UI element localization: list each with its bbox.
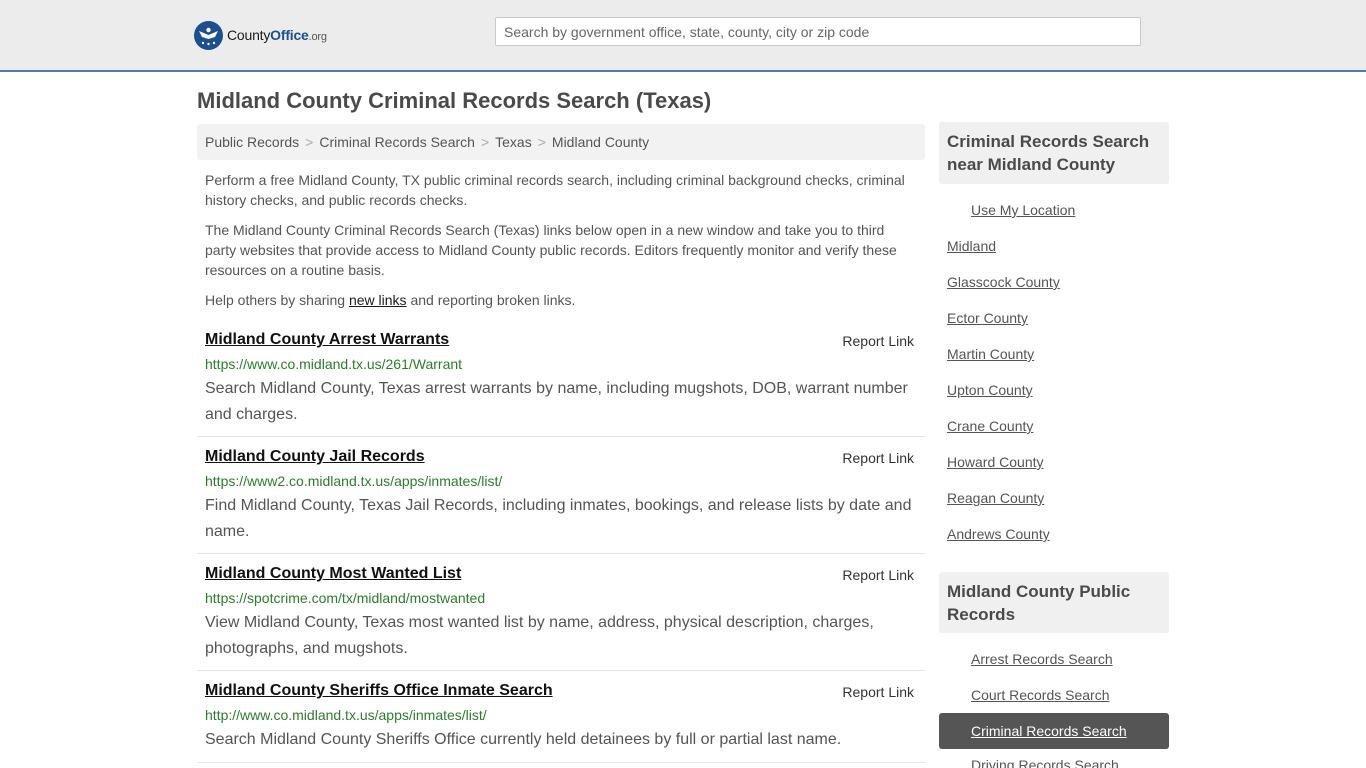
breadcrumb-current: Midland County (551, 134, 650, 150)
public-records-section-title: Midland County Public Records (947, 582, 1131, 624)
result-item: Midland County Sheriffs Office Inmate Se… (197, 682, 925, 763)
breadcrumb-separator: > (480, 134, 490, 150)
breadcrumb-public-records[interactable]: Public Records (205, 134, 299, 150)
nearby-link-glasscock[interactable]: Glasscock County (947, 274, 1060, 290)
result-description: Find Midland County, Texas Jail Records,… (205, 497, 912, 540)
intro-paragraph-2: The Midland County Criminal Records Sear… (205, 222, 897, 278)
breadcrumb-texas[interactable]: Texas (495, 134, 532, 150)
nearby-link-andrews[interactable]: Andrews County (947, 526, 1050, 542)
nearby-link-reagan[interactable]: Reagan County (947, 490, 1044, 506)
result-title-link[interactable]: Midland County Most Wanted List (205, 565, 461, 583)
report-link-button[interactable]: Report Link (842, 333, 914, 349)
result-url: http://www.co.midland.tx.us/apps/inmates… (205, 707, 487, 723)
search-input[interactable] (496, 18, 1140, 45)
nearby-link-martin[interactable]: Martin County (947, 346, 1034, 362)
nearby-link-midland[interactable]: Midland (947, 238, 996, 254)
nearby-section-header: Criminal Records Search near Midland Cou… (939, 122, 1169, 184)
logo-eagle-icon (194, 20, 223, 50)
nearby-link-ector[interactable]: Ector County (947, 310, 1028, 326)
intro-paragraph-3: Help others by sharing new links and rep… (205, 292, 576, 308)
site-logo[interactable]: CountyOffice.org (194, 20, 327, 50)
breadcrumb-separator: > (537, 134, 546, 150)
report-link-button[interactable]: Report Link (842, 567, 914, 583)
result-item: Midland County Most Wanted List Report L… (197, 565, 925, 671)
result-url: https://spotcrime.com/tx/midland/mostwan… (205, 590, 486, 606)
nearby-section-title: Criminal Records Search near Midland Cou… (947, 132, 1150, 174)
sidebar-item-label: Criminal Records Search (971, 723, 1127, 739)
nearby-link-howard[interactable]: Howard County (947, 454, 1044, 470)
result-url: https://www.co.midland.tx.us/261/Warrant (205, 356, 463, 372)
logo-text: CountyOffice.org (227, 27, 327, 43)
public-records-section-header: Midland County Public Records (939, 572, 1169, 633)
result-description: Search Midland County, Texas arrest warr… (205, 380, 908, 423)
result-item: Midland County Jail Records Report Link … (197, 448, 925, 554)
nearby-link-crane[interactable]: Crane County (947, 418, 1033, 434)
site-header: CountyOffice.org (0, 0, 1366, 72)
result-title-link[interactable]: Midland County Arrest Warrants (205, 331, 449, 349)
breadcrumb-separator: > (305, 134, 314, 150)
new-links-link[interactable]: new links (349, 292, 407, 308)
result-title-link[interactable]: Midland County Sheriffs Office Inmate Se… (205, 682, 553, 700)
sidebar-item-court-records[interactable]: Court Records Search (971, 687, 1110, 703)
result-description: View Midland County, Texas most wanted l… (205, 614, 874, 657)
site-search (495, 17, 1141, 46)
result-description: Search Midland County Sheriffs Office cu… (205, 731, 842, 748)
intro-paragraph-1: Perform a free Midland County, TX public… (205, 172, 905, 208)
nearby-link-upton[interactable]: Upton County (947, 382, 1033, 398)
use-my-location-link[interactable]: Use My Location (971, 202, 1075, 218)
result-url: https://www2.co.midland.tx.us/apps/inmat… (205, 473, 503, 489)
result-title-link[interactable]: Midland County Jail Records (205, 448, 425, 466)
sidebar-item-criminal-records-active[interactable]: Criminal Records Search (939, 713, 1169, 749)
sidebar-item-driving-records[interactable]: Driving Records Search (971, 757, 1119, 768)
result-item: Midland County Arrest Warrants Report Li… (197, 331, 925, 437)
breadcrumb: Public Records > Criminal Records Search… (197, 124, 925, 160)
breadcrumb-criminal-records[interactable]: Criminal Records Search (319, 134, 475, 150)
page-title: Midland County Criminal Records Search (… (197, 88, 712, 113)
report-link-button[interactable]: Report Link (842, 684, 914, 700)
sidebar-item-arrest-records[interactable]: Arrest Records Search (971, 651, 1113, 667)
report-link-button[interactable]: Report Link (842, 450, 914, 466)
